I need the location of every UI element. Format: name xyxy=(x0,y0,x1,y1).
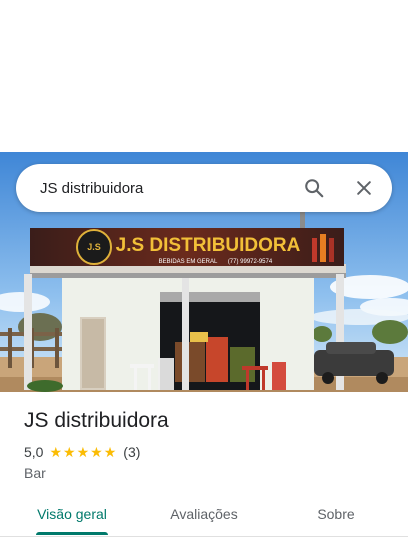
review-count[interactable]: (3) xyxy=(123,444,140,460)
search-input[interactable]: JS distribuidora xyxy=(40,180,294,197)
sign-phone: (77) 99972-9574 xyxy=(228,259,273,265)
sign-title: J.S DISTRIBUIDORA xyxy=(116,235,301,256)
sign-subtitle: BEBIDAS EM GERAL xyxy=(159,259,218,265)
sign-logo-text: J.S xyxy=(87,242,101,252)
rating-row[interactable]: 5,0 ★ ★ ★ ★ ★ (3) xyxy=(24,444,140,460)
active-tab-indicator xyxy=(36,532,108,535)
search-icon[interactable] xyxy=(294,168,334,208)
tab-bar: Visão geral Avaliações Sobre xyxy=(0,492,408,536)
tab-about[interactable]: Sobre xyxy=(286,492,386,536)
close-icon[interactable] xyxy=(344,168,384,208)
star-icon: ★ xyxy=(76,444,90,460)
place-title: JS distribuidora xyxy=(24,409,169,432)
rating-value: 5,0 xyxy=(24,444,44,460)
search-bar[interactable]: JS distribuidora xyxy=(16,164,392,212)
tab-overview[interactable]: Visão geral xyxy=(22,492,122,536)
rating-stars: ★ ★ ★ ★ ★ xyxy=(49,445,117,459)
tabs-divider xyxy=(0,536,408,537)
place-sheet: J.S J.S DISTRIBUIDORA BEBIDAS EM GERAL (… xyxy=(0,0,408,544)
star-icon: ★ xyxy=(49,444,63,460)
star-icon: ★ xyxy=(90,444,103,460)
place-category: Bar xyxy=(24,465,46,481)
star-icon: ★ xyxy=(103,444,117,460)
tab-reviews[interactable]: Avaliações xyxy=(154,492,254,536)
star-icon: ★ xyxy=(63,444,76,460)
